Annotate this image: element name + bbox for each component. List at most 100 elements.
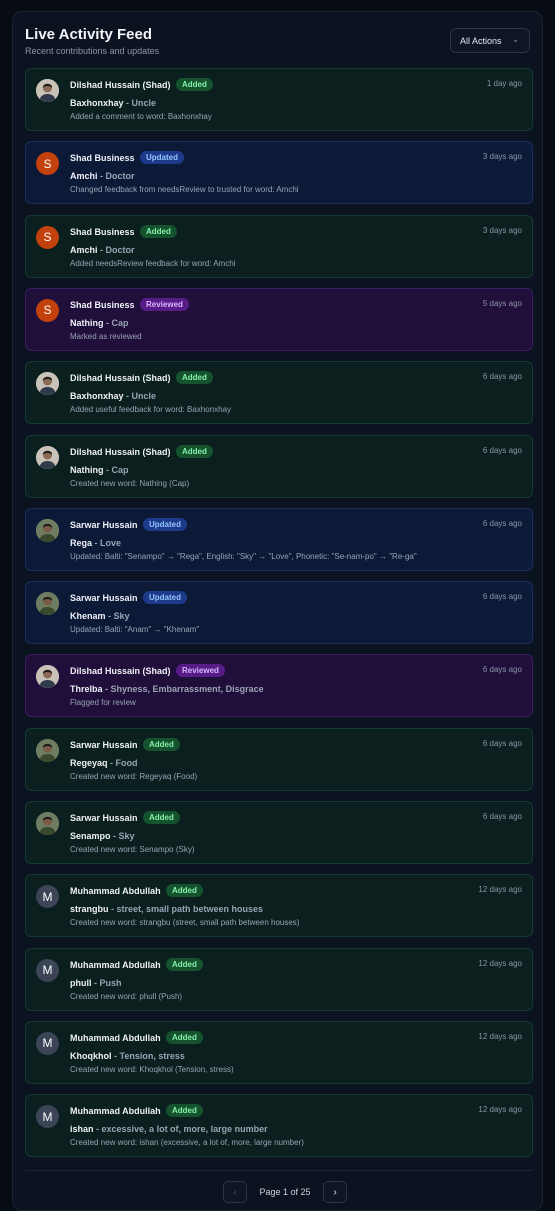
- word-entry[interactable]: Khenam - Sky: [70, 611, 130, 621]
- user-name[interactable]: Sarwar Hussain: [70, 593, 138, 603]
- avatar: M: [36, 885, 59, 909]
- word-separator: -: [111, 1050, 120, 1061]
- activity-description: Created new word: strangbu (street, smal…: [70, 918, 300, 928]
- word-entry[interactable]: Baxhonxhay - Uncle: [70, 98, 156, 108]
- timestamp: 6 days ago: [482, 592, 522, 602]
- page-title: Live Activity Feed: [25, 26, 152, 43]
- word-meaning: excessive, a lot of, more, large number: [101, 1124, 268, 1135]
- user-name[interactable]: Dilshad Hussain (Shad): [70, 447, 171, 457]
- activity-card[interactable]: M Muhammad Abdullah Added 12 days ago phull …: [25, 947, 533, 1011]
- user-name[interactable]: Sarwar Hussain: [70, 740, 138, 750]
- activity-card[interactable]: Dilshad Hussain (Shad) Reviewed 6 days ago…: [25, 654, 533, 718]
- activity-description: Added needsReview feedback for word: Amc…: [70, 258, 236, 268]
- word-entry[interactable]: Amchi - Doctor: [70, 171, 135, 181]
- word-term: Khoqkhol: [70, 1050, 112, 1061]
- word-entry[interactable]: Threlba - Shyness, Embarrassment, Disgra…: [70, 684, 264, 694]
- avatar: S: [36, 225, 59, 249]
- activity-card[interactable]: S Shad Business Reviewed 5 days ago Nathing …: [25, 287, 533, 351]
- user-name[interactable]: Shad Business: [70, 153, 135, 163]
- user-name[interactable]: Muhammad Abdullah: [70, 960, 161, 970]
- word-entry[interactable]: Nathing - Cap: [70, 465, 129, 475]
- activity-card[interactable]: Dilshad Hussain (Shad) Added 6 days ago Bax…: [25, 361, 533, 425]
- word-separator: -: [102, 684, 111, 695]
- user-name[interactable]: Shad Business: [70, 227, 135, 237]
- activity-description: Added useful feedback for word: Baxhonxh…: [70, 405, 231, 415]
- activity-card[interactable]: S Shad Business Added 3 days ago Amchi - Doc…: [25, 214, 533, 278]
- activity-card[interactable]: Sarwar Hussain Added 6 days ago Senampo - S…: [25, 801, 533, 864]
- word-entry[interactable]: Amchi - Doctor: [70, 245, 135, 255]
- word-entry[interactable]: Regeyaq - Food: [70, 758, 138, 768]
- pagination: ‹ Page 1 of 25 ›: [223, 1181, 347, 1205]
- word-entry[interactable]: strangbu - street, small path between ho…: [70, 904, 263, 914]
- user-photo-icon: [36, 812, 59, 835]
- activity-card[interactable]: M Muhammad Abdullah Added 12 days ago strang…: [25, 874, 533, 938]
- word-separator: -: [123, 98, 132, 108]
- action-badge: Added: [176, 78, 213, 91]
- avatar-initial: M: [42, 1036, 53, 1051]
- word-entry[interactable]: phull - Push: [70, 978, 122, 988]
- word-separator: -: [103, 317, 112, 328]
- action-badge: Updated: [140, 151, 184, 165]
- word-term: Rega: [70, 537, 93, 548]
- avatar-initial: S: [43, 230, 52, 245]
- word-entry[interactable]: Khoqkhol - Tension, stress: [70, 1051, 185, 1061]
- activity-card[interactable]: Dilshad Hussain (Shad) Added 1 day ago Baxh…: [25, 68, 533, 131]
- activity-card[interactable]: Sarwar Hussain Added 6 days ago Regeyaq - F…: [25, 727, 533, 791]
- user-name[interactable]: Dilshad Hussain (Shad): [70, 80, 171, 90]
- user-name[interactable]: Sarwar Hussain: [70, 520, 138, 530]
- user-photo-icon: [36, 665, 59, 689]
- action-badge: Added: [140, 224, 177, 238]
- user-name[interactable]: Muhammad Abdullah: [70, 886, 161, 896]
- activity-card[interactable]: Sarwar Hussain Updated 6 days ago Khenam - …: [25, 581, 533, 645]
- word-term: phull: [70, 977, 92, 988]
- user-name[interactable]: Dilshad Hussain (Shad): [70, 666, 171, 676]
- action-badge: Added: [176, 371, 213, 385]
- word-entry[interactable]: Senampo - Sky: [70, 831, 135, 841]
- activity-description: Marked as reviewed: [70, 331, 142, 341]
- action-badge: Updated: [143, 591, 187, 605]
- page-indicator: Page 1 of 25: [259, 1187, 311, 1197]
- word-entry[interactable]: Rega - Love: [70, 538, 121, 548]
- word-entry[interactable]: Baxhonxhay - Uncle: [70, 391, 156, 401]
- avatar-initial: S: [43, 156, 52, 171]
- divider: [25, 1170, 533, 1171]
- timestamp: 3 days ago: [482, 152, 522, 162]
- avatar: [36, 518, 59, 542]
- word-meaning: Cap: [111, 464, 129, 475]
- word-term: ishan: [70, 1124, 94, 1135]
- word-meaning: Uncle: [131, 98, 157, 108]
- activity-card[interactable]: Dilshad Hussain (Shad) Added 6 days ago Nat…: [25, 434, 533, 498]
- word-separator: -: [105, 611, 114, 622]
- action-badge: Added: [166, 1030, 203, 1044]
- word-entry[interactable]: Nathing - Cap: [70, 318, 129, 328]
- activity-card[interactable]: S Shad Business Updated 3 days ago Amchi - D…: [25, 141, 533, 205]
- timestamp: 6 days ago: [482, 812, 522, 821]
- word-term: Threlba: [70, 684, 103, 695]
- action-badge: Reviewed: [176, 664, 225, 678]
- action-badge: Added: [166, 1104, 203, 1118]
- activity-card[interactable]: Sarwar Hussain Updated 6 days ago Rega - Lo…: [25, 507, 533, 571]
- word-entry[interactable]: ishan - excessive, a lot of, more, large…: [70, 1124, 268, 1134]
- user-name[interactable]: Dilshad Hussain (Shad): [70, 373, 171, 383]
- word-separator: -: [97, 171, 106, 182]
- word-separator: -: [103, 464, 112, 475]
- chevron-down-icon: ⌄: [512, 35, 519, 44]
- user-name[interactable]: Sarwar Hussain: [70, 813, 138, 823]
- timestamp: 5 days ago: [482, 298, 522, 308]
- timestamp: 1 day ago: [486, 79, 522, 88]
- word-meaning: Doctor: [105, 244, 135, 255]
- word-meaning: Sky: [113, 611, 130, 622]
- user-name[interactable]: Shad Business: [70, 300, 135, 310]
- word-term: Regeyaq: [70, 757, 108, 768]
- word-term: Baxhonxhay: [70, 98, 124, 108]
- word-meaning: Doctor: [105, 171, 135, 182]
- chevron-right-icon: ›: [333, 1186, 337, 1198]
- word-term: Baxhonxhay: [70, 391, 124, 402]
- action-filter-select[interactable]: All Actions ⌄: [450, 28, 530, 53]
- user-name[interactable]: Muhammad Abdullah: [70, 1106, 161, 1116]
- activity-card[interactable]: M Muhammad Abdullah Added 12 days ago ishan …: [25, 1094, 533, 1158]
- user-name[interactable]: Muhammad Abdullah: [70, 1033, 161, 1043]
- word-meaning: street, small path between houses: [116, 904, 264, 915]
- word-term: strangbu: [70, 904, 109, 915]
- activity-card[interactable]: M Muhammad Abdullah Added 12 days ago Khoqkh…: [25, 1020, 533, 1084]
